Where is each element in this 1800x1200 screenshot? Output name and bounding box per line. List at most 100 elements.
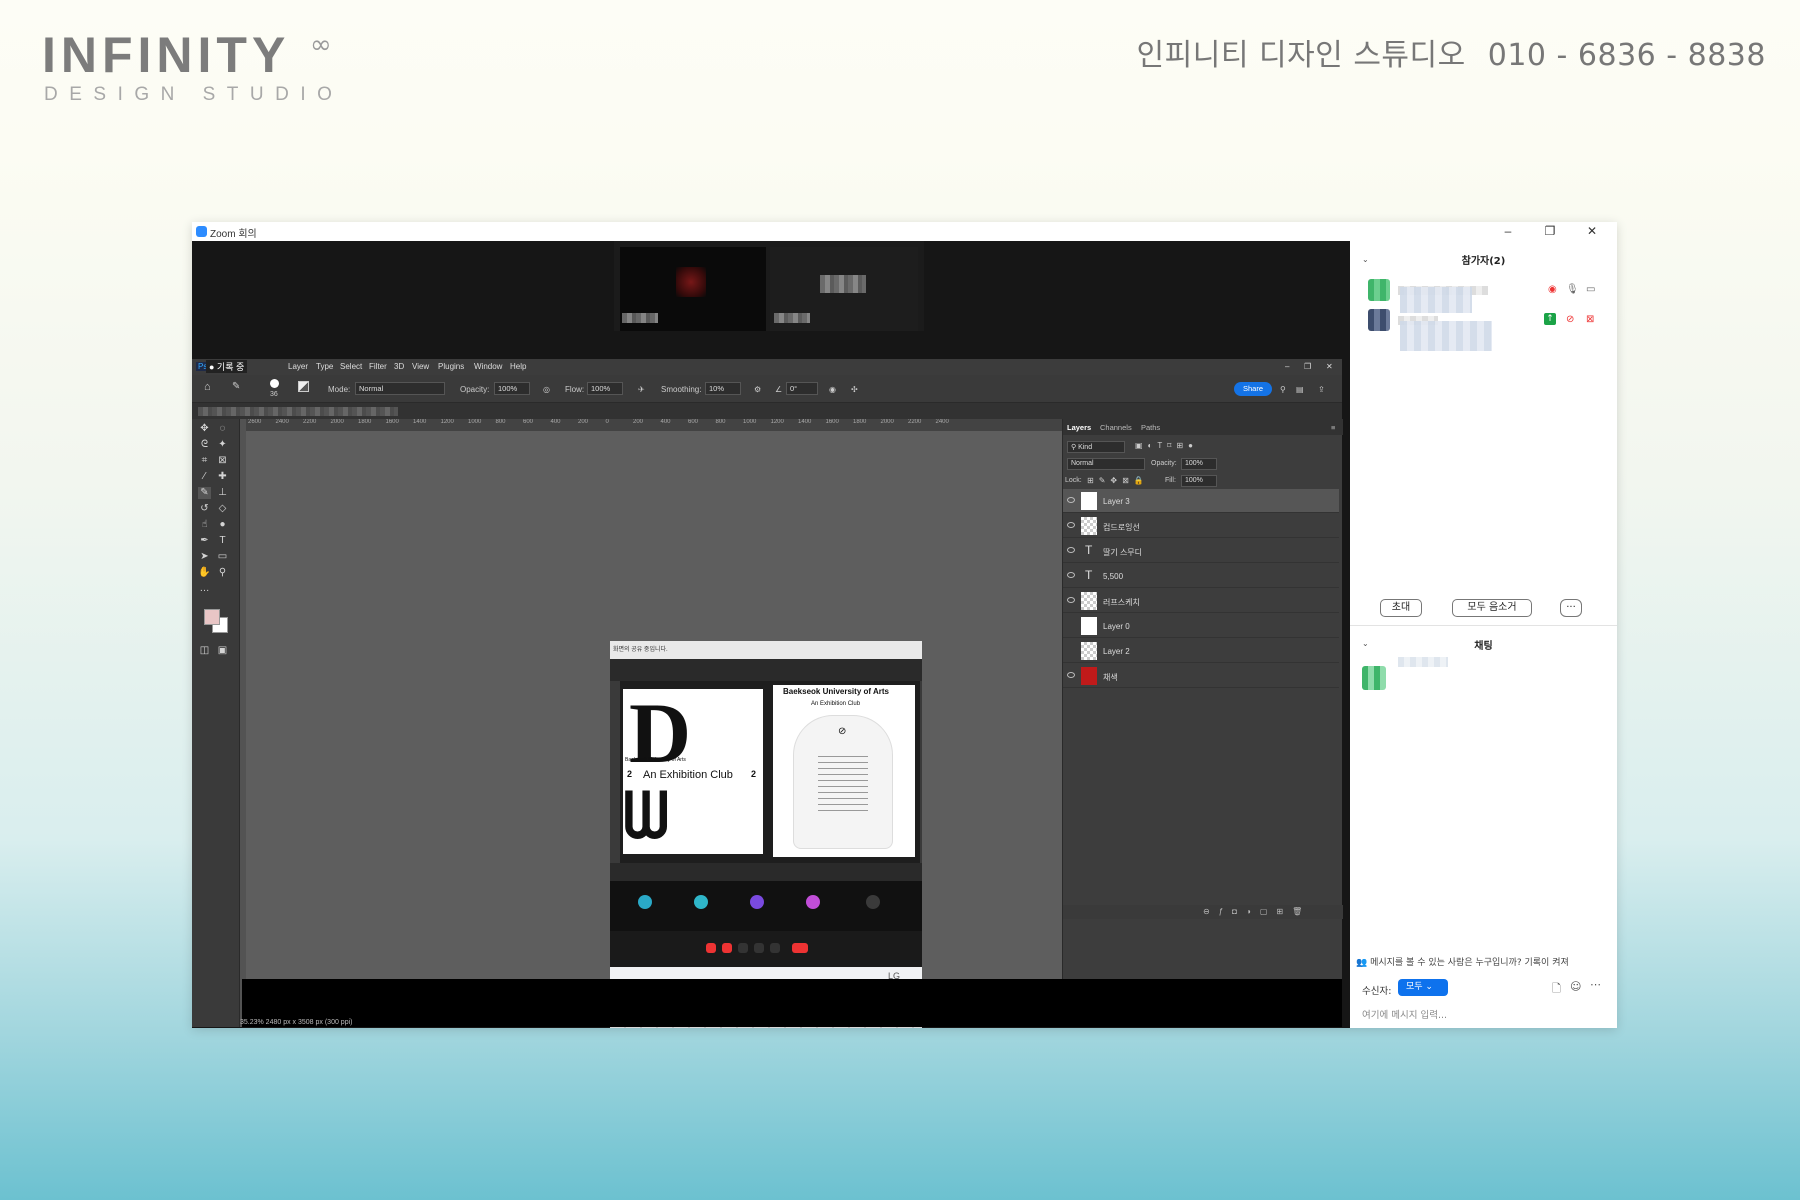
eye-icon[interactable] bbox=[1067, 522, 1075, 528]
eye-icon[interactable] bbox=[1067, 547, 1075, 553]
menu-help[interactable]: Help bbox=[510, 362, 526, 371]
eye-icon[interactable] bbox=[1067, 672, 1075, 678]
symmetry-icon[interactable]: ✣ bbox=[851, 385, 858, 394]
menu-layer[interactable]: Layer bbox=[288, 362, 308, 371]
more-icon[interactable]: ⋯ bbox=[1590, 978, 1601, 991]
path-select-icon[interactable]: ➤ bbox=[198, 551, 211, 563]
workspace-icon[interactable]: ▤ bbox=[1296, 385, 1304, 394]
hand-tool-icon[interactable]: ✋ bbox=[198, 567, 211, 579]
zoom-tool-icon[interactable]: ⚲ bbox=[216, 567, 229, 579]
layer-row[interactable]: 채색 bbox=[1063, 664, 1339, 688]
crop-tool-icon[interactable]: ⌗ bbox=[198, 455, 211, 467]
video-camera-icon[interactable]: ▭ bbox=[1586, 284, 1595, 295]
participant-video-tile[interactable] bbox=[620, 247, 766, 331]
eye-icon[interactable] bbox=[1067, 497, 1075, 503]
move-tool-icon[interactable]: ✥ bbox=[198, 423, 211, 435]
brush-preset-icon[interactable] bbox=[270, 379, 279, 388]
brush-tool-icon[interactable]: ✎ bbox=[198, 487, 211, 499]
lock-icons[interactable]: ⊞✎✥⊠🔒 bbox=[1087, 476, 1149, 485]
dodge-tool-icon[interactable]: ● bbox=[216, 519, 229, 531]
type-tool-icon[interactable]: T bbox=[216, 535, 229, 547]
more-options-button[interactable]: ··· bbox=[1560, 599, 1582, 617]
ps-restore-icon[interactable]: ❐ bbox=[1304, 362, 1311, 371]
history-brush-icon[interactable]: ↺ bbox=[198, 503, 211, 515]
search-icon[interactable]: ⚲ bbox=[1280, 385, 1286, 394]
brush-tool-icon[interactable]: ✎ bbox=[232, 381, 240, 392]
layer-row[interactable]: 컵드로잉선 bbox=[1063, 514, 1339, 538]
minimize-button[interactable]: – bbox=[1491, 222, 1525, 241]
file-icon[interactable]: 🗋 bbox=[1552, 980, 1561, 999]
menu-window[interactable]: Window bbox=[474, 362, 502, 371]
angle-input[interactable]: 0° bbox=[786, 382, 818, 395]
tab-channels[interactable]: Channels bbox=[1100, 423, 1132, 432]
layer-thumbnail bbox=[1081, 667, 1097, 685]
restore-button[interactable]: ❐ bbox=[1533, 222, 1567, 241]
ps-minimize-icon[interactable]: – bbox=[1285, 362, 1289, 371]
settings-gear-icon[interactable]: ⚙ bbox=[754, 385, 761, 394]
emoji-icon[interactable]: ☺ bbox=[1570, 980, 1581, 993]
menu-type[interactable]: Type bbox=[316, 362, 333, 371]
menu-plugins[interactable]: Plugins bbox=[438, 362, 464, 371]
layer-row[interactable]: T 딸기 스무디 bbox=[1063, 539, 1339, 563]
frame-tool-icon[interactable]: ⊠ bbox=[216, 455, 229, 467]
flow-input[interactable]: 100% bbox=[587, 382, 623, 395]
export-icon[interactable]: ⇪ bbox=[1318, 385, 1325, 394]
pen-tool-icon[interactable]: ✒ bbox=[198, 535, 211, 547]
chat-visibility-notice[interactable]: 👥 메시지를 볼 수 있는 사람은 누구입니까? 기록이 켜져 bbox=[1356, 955, 1614, 968]
chat-input[interactable]: 여기에 메시지 입력... bbox=[1362, 1007, 1447, 1021]
muted-microphone-icon[interactable]: ⊘ bbox=[1566, 314, 1574, 325]
brush-panel-icon[interactable] bbox=[298, 381, 309, 392]
invite-button[interactable]: 초대 bbox=[1380, 599, 1422, 617]
layer-row[interactable]: 러프스케치 bbox=[1063, 589, 1339, 613]
menu-filter[interactable]: Filter bbox=[369, 362, 387, 371]
smudge-tool-icon[interactable]: ☝ bbox=[198, 519, 211, 531]
ps-close-icon[interactable]: ✕ bbox=[1326, 362, 1333, 371]
opacity-input[interactable]: 100% bbox=[494, 382, 530, 395]
magic-wand-icon[interactable]: ✦ bbox=[216, 439, 229, 451]
screen-mode-icon[interactable]: ▣ bbox=[216, 645, 229, 657]
layer-row[interactable]: Layer 3 bbox=[1063, 489, 1339, 513]
ruler-tick: 1400 bbox=[413, 419, 427, 425]
layer-filter-icons[interactable]: ▣◐T⌑⊞● bbox=[1135, 441, 1198, 450]
participant-video-tile[interactable] bbox=[770, 247, 918, 331]
layer-row[interactable]: Layer 2 bbox=[1063, 639, 1339, 663]
tab-paths[interactable]: Paths bbox=[1141, 423, 1160, 432]
quick-mask-icon[interactable]: ◫ bbox=[198, 645, 211, 657]
menu-3d[interactable]: 3D bbox=[394, 362, 404, 371]
rectangle-tool-icon[interactable]: ▭ bbox=[216, 551, 229, 563]
video-off-icon[interactable]: ⊠ bbox=[1586, 314, 1594, 325]
layer-filter-kind[interactable]: ⚲ Kind bbox=[1067, 441, 1125, 453]
eye-icon[interactable] bbox=[1067, 572, 1075, 578]
layer-row[interactable]: T 5,500 bbox=[1063, 564, 1339, 588]
pressure-opacity-icon[interactable]: ◎ bbox=[543, 385, 550, 394]
smoothing-input[interactable]: 10% bbox=[705, 382, 741, 395]
eraser-tool-icon[interactable]: ◇ bbox=[216, 503, 229, 515]
eye-icon[interactable] bbox=[1067, 597, 1075, 603]
menu-view[interactable]: View bbox=[412, 362, 429, 371]
blend-mode-select[interactable]: Normal bbox=[1067, 458, 1145, 470]
share-button[interactable]: Share bbox=[1234, 382, 1272, 396]
home-icon[interactable]: ⌂ bbox=[204, 381, 211, 393]
fill-input[interactable]: 100% bbox=[1181, 475, 1217, 487]
eyedropper-icon[interactable]: ⁄ bbox=[198, 471, 211, 483]
mode-select[interactable]: Normal bbox=[355, 382, 445, 395]
airbrush-icon[interactable]: ✈ bbox=[638, 385, 645, 394]
layer-action-icons[interactable]: ⊖ƒ◘◑▢⊞🗑 bbox=[1203, 907, 1311, 916]
panel-menu-icon[interactable]: ≡ bbox=[1331, 423, 1335, 432]
microphone-icon[interactable]: 🎙 bbox=[1566, 284, 1579, 295]
pressure-size-icon[interactable]: ◉ bbox=[829, 385, 836, 394]
close-button[interactable]: ✕ bbox=[1575, 222, 1609, 241]
more-tools-icon[interactable]: … bbox=[198, 583, 211, 595]
healing-brush-icon[interactable]: ✚ bbox=[216, 471, 229, 483]
recipient-select[interactable]: 모두 ⌄ bbox=[1398, 979, 1448, 996]
stamp-tool-icon[interactable]: ⊥ bbox=[216, 487, 229, 499]
mute-all-button[interactable]: 모두 음소거 bbox=[1452, 599, 1532, 617]
tab-layers[interactable]: Layers bbox=[1067, 423, 1091, 432]
marquee-tool-icon[interactable]: ◌ bbox=[216, 423, 229, 435]
layer-row[interactable]: Layer 0 bbox=[1063, 614, 1339, 638]
foreground-color-swatch[interactable] bbox=[204, 609, 220, 625]
layers-footer: ⊖ƒ◘◑▢⊞🗑 bbox=[1063, 905, 1343, 919]
lasso-tool-icon[interactable]: ᘓ bbox=[198, 439, 211, 451]
layer-opacity-input[interactable]: 100% bbox=[1181, 458, 1217, 470]
menu-select[interactable]: Select bbox=[340, 362, 362, 371]
